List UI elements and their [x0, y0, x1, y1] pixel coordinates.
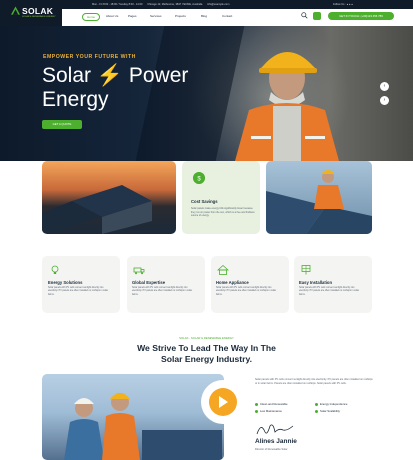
cost-savings-text: Solar panels make energy bills significa… [191, 207, 255, 218]
feature-text-install: Solar panels with PV cells convert sunli… [299, 287, 360, 296]
worker-image [235, 52, 339, 161]
feature-title-global: Global Expertise [132, 280, 166, 285]
section-title: We Strive To Lead The Way In The Solar E… [0, 343, 413, 364]
author-role: Director of Renewable Solar [255, 448, 288, 451]
feature-title-install: Easy Installation [299, 280, 333, 285]
instagram-icon[interactable]: ● [351, 3, 353, 6]
logo-text: SOLAK [22, 6, 54, 16]
hero-title-line1: Solar ⚡ Power [42, 64, 188, 88]
savings-icon: $ [193, 172, 205, 184]
solar-house-image [42, 161, 176, 234]
section-eyebrow: SOLAK - SOLAR & RENEWABLE ENERGY [179, 336, 234, 340]
hours-text: Mon - Fri 8:00 - 18:00 / Sunday 8:00 - 1… [92, 3, 143, 6]
hero: EMPOWER YOUR FUTURE WITH Solar ⚡ Power E… [0, 26, 413, 161]
author-name: Alines Jannie [255, 438, 297, 445]
address-text: Chicago 12, Melbourne, 3847 YEONE, Austr… [147, 3, 203, 6]
panel-icon [301, 265, 311, 275]
nav-pages[interactable]: Pages [128, 14, 137, 18]
feature-text-home: Solar panels with PV cells convert sunli… [216, 287, 277, 296]
nav-home[interactable]: Home [82, 13, 101, 21]
logo[interactable]: SOLAK SOLAR & RENEWABLE ENERGY [0, 0, 62, 26]
house-icon [217, 264, 229, 275]
email-text[interactable]: info@example.com [207, 3, 229, 6]
check-item: Clean and Renewable [255, 402, 288, 406]
feature-title-energy: Energy Solutions [48, 280, 83, 285]
hero-title-line2: Energy [42, 88, 109, 111]
get-quote-button[interactable]: GET A QUOTE [42, 120, 82, 129]
nav-about[interactable]: About Us [106, 14, 118, 18]
search-icon[interactable] [301, 12, 308, 19]
installer-image [266, 161, 372, 234]
follow-label: Follow Us : [333, 3, 346, 6]
feature-text-energy: Solar panels with PV cells convert sunli… [48, 287, 109, 296]
main-nav: Home About Us Pages Services Projects Bl… [62, 9, 413, 26]
cart-icon[interactable] [313, 12, 321, 20]
installer-illustration [266, 170, 372, 234]
section-title-line1: We Strive To Lead The Way In The [137, 343, 276, 353]
logo-tagline: SOLAR & RENEWABLE ENERGY [22, 16, 56, 18]
check-item: Low Maintenance [255, 409, 282, 413]
nav-projects[interactable]: Projects [175, 14, 186, 18]
feature-title-home: Home Appliance [216, 280, 249, 285]
hero-eyebrow: EMPOWER YOUR FUTURE WITH [43, 54, 136, 60]
bulb-icon [51, 265, 59, 274]
nav-blog[interactable]: Blog [201, 14, 207, 18]
next-slide-icon[interactable]: › [380, 96, 389, 105]
solar-house-illustration [42, 185, 152, 234]
prev-slide-icon[interactable]: ‹ [380, 82, 389, 91]
feature-text-global: Solar panels with PV cells convert sunli… [132, 287, 193, 296]
social-links: Follow Us : ● ● ● [333, 3, 353, 6]
about-image [42, 374, 224, 460]
nav-contact[interactable]: Contact [222, 14, 232, 18]
about-text: Solar panels with PV cells convert sunli… [255, 378, 373, 385]
engineers-illustration [64, 393, 222, 460]
logo-icon [11, 6, 20, 15]
cost-savings-card [182, 161, 260, 234]
check-item: Energy Independence [315, 402, 347, 406]
cost-savings-title: Cost Savings [191, 199, 218, 204]
check-item: Solar Scalability [315, 409, 340, 413]
nav-services[interactable]: Services [150, 14, 162, 18]
signature-image [256, 424, 294, 435]
section-title-line2: Solar Energy Industry. [160, 353, 253, 364]
contact-cta-button[interactable]: GET IN TOUCH: (+00)123 456 789 [328, 12, 394, 20]
truck-icon [133, 267, 145, 275]
top-info: Mon - Fri 8:00 - 18:00 / Sunday 8:00 - 1… [92, 3, 233, 6]
hero-title-solar: Solar [42, 64, 92, 87]
play-icon [219, 396, 228, 408]
hero-title-power: Power [128, 64, 189, 87]
bolt-icon: ⚡ [96, 64, 124, 87]
